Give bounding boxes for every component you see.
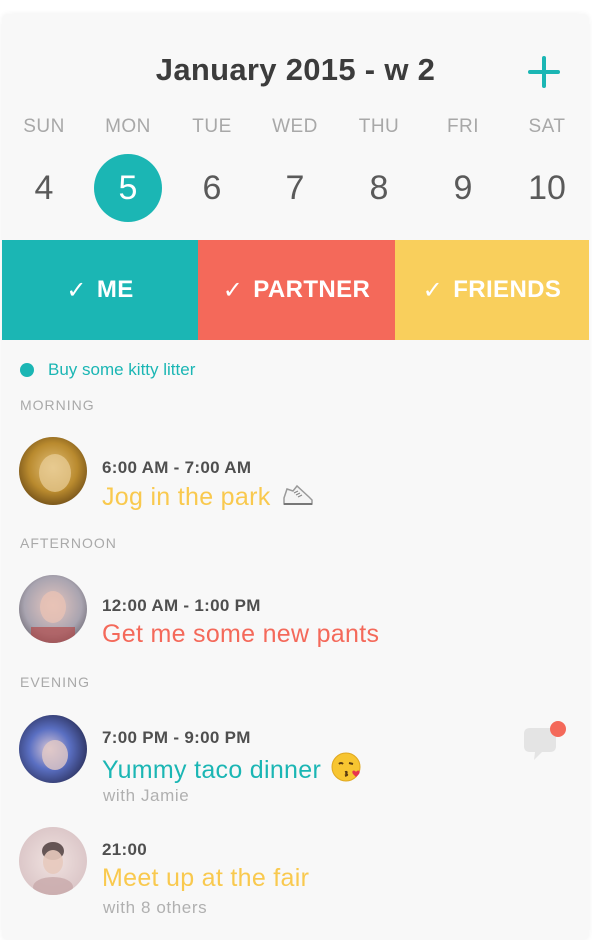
filter-partner[interactable]: ✓ PARTNER xyxy=(198,240,395,340)
weekday-labels: SUN MON TUE WED THU FRI SAT xyxy=(2,116,589,146)
calendar-card: January 2015 - w 2 SUN MON TUE WED THU F… xyxy=(2,14,589,940)
section-morning: MORNING xyxy=(20,397,95,413)
day-label-sat: SAT xyxy=(528,116,566,137)
filter-label: ME xyxy=(96,276,134,303)
reminder-text: Buy some kitty litter xyxy=(48,360,196,379)
filter-label: FRIENDS xyxy=(453,276,562,303)
event-title: Meet up at the fair xyxy=(102,864,310,892)
sneaker-emoji-icon xyxy=(281,482,315,515)
event-item[interactable]: 21:00 Meet up at the fair with 8 others xyxy=(2,822,589,917)
checkmark-icon: ✓ xyxy=(66,276,87,304)
event-item[interactable]: 7:00 PM - 9:00 PM Yummy taco dinner with… xyxy=(2,710,589,805)
checkmark-icon: ✓ xyxy=(222,276,244,304)
reminder-item[interactable]: Buy some kitty litter xyxy=(20,358,195,382)
date-4[interactable]: 4 xyxy=(2,154,86,222)
avatar xyxy=(19,715,87,783)
avatar xyxy=(19,575,87,643)
date-8[interactable]: 8 xyxy=(337,154,421,222)
date-9[interactable]: 9 xyxy=(421,154,505,222)
reminder-dot-icon xyxy=(20,363,34,377)
day-label-sun: SUN xyxy=(23,116,65,137)
event-subtitle: with Jamie xyxy=(103,786,190,805)
event-subtitle: with 8 others xyxy=(103,898,208,917)
section-afternoon: AFTERNOON xyxy=(20,535,117,551)
avatar xyxy=(19,827,87,895)
event-title: Get me some new pants xyxy=(102,620,380,648)
calendar-header: January 2015 - w 2 SUN MON TUE WED THU F… xyxy=(2,14,589,240)
filter-friends[interactable]: ✓ FRIENDS xyxy=(395,240,589,340)
date-10[interactable]: 10 xyxy=(505,154,589,222)
avatar xyxy=(19,437,87,505)
date-7[interactable]: 7 xyxy=(253,154,337,222)
month-week-title: January 2015 - w 2 xyxy=(155,52,436,87)
event-title-text: Jog in the park xyxy=(102,483,271,512)
selected-date-circle: 5 xyxy=(94,154,162,222)
event-title: Jog in the park xyxy=(102,482,315,515)
event-time: 7:00 PM - 9:00 PM xyxy=(102,728,251,747)
day-label-mon: MON xyxy=(105,116,151,137)
event-item[interactable]: 12:00 AM - 1:00 PM Get me some new pants xyxy=(2,570,589,660)
day-label-fri: FRI xyxy=(446,116,480,137)
checkmark-icon: ✓ xyxy=(422,276,444,304)
week-dates: 4 5 6 7 8 9 10 xyxy=(2,154,589,224)
event-title-text: Yummy taco dinner xyxy=(102,756,322,785)
event-time: 21:00 xyxy=(102,840,147,859)
plus-icon[interactable] xyxy=(526,54,562,90)
date-5-selected[interactable]: 5 xyxy=(86,154,170,222)
day-label-wed: WED xyxy=(272,116,318,137)
filter-me[interactable]: ✓ ME xyxy=(2,240,198,340)
comment-notification-icon[interactable] xyxy=(520,720,566,766)
date-6[interactable]: 6 xyxy=(170,154,254,222)
day-label-tue: TUE xyxy=(192,116,232,137)
event-time: 12:00 AM - 1:00 PM xyxy=(102,596,261,615)
filter-label: PARTNER xyxy=(253,276,371,303)
kissing-face-emoji-icon xyxy=(331,752,363,791)
event-item[interactable]: 6:00 AM - 7:00 AM Jog in the park xyxy=(2,432,589,522)
section-evening: EVENING xyxy=(20,674,91,690)
event-time: 6:00 AM - 7:00 AM xyxy=(102,458,252,477)
filter-bar: ✓ ME ✓ PARTNER ✓ FRIENDS xyxy=(2,240,589,340)
day-label-thu: THU xyxy=(358,116,400,137)
